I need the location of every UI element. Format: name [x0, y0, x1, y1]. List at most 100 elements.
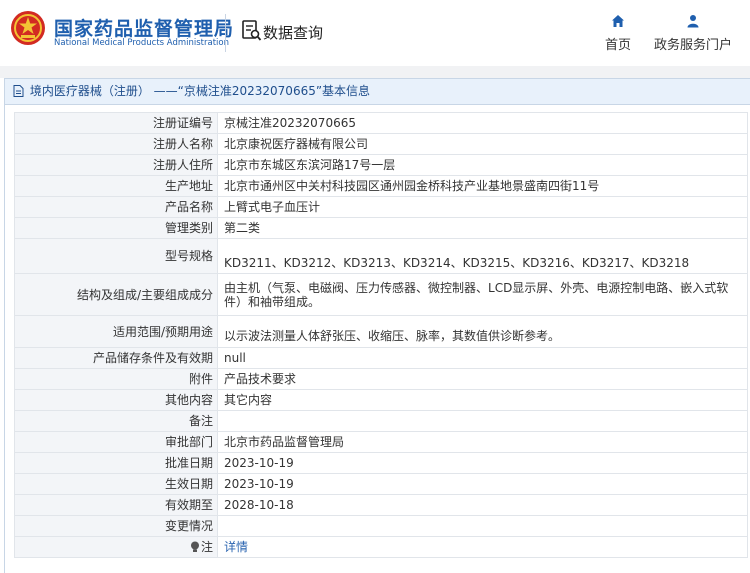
management-category-value: 第二类 [217, 217, 748, 239]
table-row: 审批部门 北京市药品监督管理局 [14, 431, 748, 453]
home-icon [612, 15, 624, 27]
registration-no-value: 京械注准20232070665 [217, 112, 748, 134]
table-row: 型号规格 KD3211、KD3212、KD3213、KD3214、KD3215、K… [14, 238, 748, 274]
nav-service-portal[interactable]: 政务服务门户 [652, 14, 734, 53]
detail-table: 注册证编号 京械注准20232070665 注册人名称 北京康祝医疗器械有限公司 注册人… [14, 112, 748, 558]
attachments-label-text: 附件 [188, 372, 213, 386]
approval-date-value: 2023-10-19 [217, 452, 748, 474]
approval-department-label: 审批部门 [14, 431, 218, 453]
table-row: 生效日期 2023-10-19 [14, 473, 748, 495]
approval-department-label-text: 审批部门 [164, 435, 213, 449]
product-name-label: 产品名称 [14, 196, 218, 218]
storage-conditions-label-text: 产品储存条件及有效期 [92, 351, 213, 365]
product-name-label-text: 产品名称 [164, 200, 213, 214]
effective-date-value-text: 2023-10-19 [224, 477, 294, 491]
table-row: 适用范围/预期用途 以示波法测量人体舒张压、收缩压、脉率，其数值供诊断参考。 [14, 315, 748, 348]
structure-composition-label-text: 结构及组成/主要组成成分 [76, 287, 213, 302]
registrant-address-label-text: 注册人住所 [152, 158, 213, 172]
storage-conditions-value: null [217, 347, 748, 369]
nav-service-label: 政务服务门户 [653, 38, 732, 53]
effective-date-label-text: 生效日期 [164, 477, 213, 491]
registration-no-label: 注册证编号 [14, 112, 218, 134]
structure-composition-label: 结构及组成/主要组成成分 [14, 273, 218, 316]
change-status-label-text: 变更情况 [164, 519, 213, 533]
note-value[interactable]: 详情 [217, 536, 748, 558]
attachments-value-text: 产品技术要求 [224, 372, 297, 386]
other-content-value: 其它内容 [217, 389, 748, 411]
table-row: 备注 [14, 410, 748, 432]
storage-conditions-value-text: null [224, 351, 246, 365]
expiry-date-label-text: 有效期至 [164, 498, 213, 512]
product-name-value: 上臂式电子血压计 [217, 196, 748, 218]
table-row: 其他内容 其它内容 [14, 389, 748, 411]
note-label-text: 注 [200, 540, 213, 554]
management-category-label-text: 管理类别 [164, 221, 213, 235]
registrant-name-label-text: 注册人名称 [152, 137, 213, 151]
table-row: 有效期至 2028-10-18 [14, 494, 748, 516]
table-row: 变更情况 [14, 515, 748, 537]
structure-composition-value: 由主机（气泵、电磁阀、压力传感器、微控制器、LCD显示屏、外壳、电源控制电路、嵌… [217, 273, 748, 316]
table-row: 附件 产品技术要求 [14, 368, 748, 390]
production-address-value-text: 北京市通州区中关村科技园区通州园金桥科技产业基地景盛南四街11号 [224, 179, 600, 193]
model-spec-value: KD3211、KD3212、KD3213、KD3214、KD3215、KD321… [217, 238, 748, 274]
remarks-label: 备注 [14, 410, 218, 432]
national-emblem-icon [11, 11, 45, 45]
header-separator-bar [0, 66, 750, 78]
approval-date-value-text: 2023-10-19 [224, 456, 294, 470]
panel-title-bar: 境内医疗器械（注册） ——“京械注准20232070665”基本信息 [5, 79, 750, 105]
table-row: 产品储存条件及有效期 null [14, 347, 748, 369]
nav-home[interactable]: 首页 [601, 14, 635, 53]
registrant-name-label: 注册人名称 [14, 133, 218, 155]
product-name-value-text: 上臂式电子血压计 [224, 200, 321, 214]
expiry-date-value: 2028-10-18 [217, 494, 748, 516]
registrant-address-label: 注册人住所 [14, 154, 218, 176]
header-divider [225, 14, 226, 52]
table-row: 结构及组成/主要组成成分 由主机（气泵、电磁阀、压力传感器、微控制器、LCD显示屏… [14, 273, 748, 316]
site-header: 国家药品监督管理局 National Medical Products Admi… [0, 0, 750, 66]
change-status-label: 变更情况 [14, 515, 218, 537]
approval-department-value-text: 北京市药品监督管理局 [224, 435, 345, 449]
table-row: 注详情 [14, 536, 748, 558]
registration-no-label-text: 注册证编号 [152, 116, 213, 130]
other-content-value-text: 其它内容 [224, 393, 273, 407]
details-link[interactable]: 详情 [224, 540, 248, 554]
table-row: 批准日期 2023-10-19 [14, 452, 748, 474]
remarks-label-text: 备注 [188, 414, 213, 428]
other-content-label: 其他内容 [14, 389, 218, 411]
data-query-icon[interactable] [242, 20, 262, 42]
approval-department-value: 北京市药品监督管理局 [217, 431, 748, 453]
table-row: 注册人住所 北京市东城区东滨河路17号一层 [14, 154, 748, 176]
intended-use-value-text: 以示波法测量人体舒张压、收缩压、脉率，其数值供诊断参考。 [224, 329, 561, 343]
nav-home-label: 首页 [604, 38, 631, 53]
other-content-label-text: 其他内容 [164, 393, 213, 407]
model-spec-label-text: 型号规格 [164, 249, 213, 263]
data-query-link[interactable]: 数据查询 [263, 22, 323, 43]
attachments-value: 产品技术要求 [217, 368, 748, 390]
model-spec-value-text: KD3211、KD3212、KD3213、KD3214、KD3215、KD321… [224, 256, 690, 270]
model-spec-label: 型号规格 [14, 238, 218, 274]
structure-composition-value-text: 由主机（气泵、电磁阀、压力传感器、微控制器、LCD显示屏、外壳、电源控制电路、嵌… [224, 280, 729, 309]
document-icon [13, 85, 24, 97]
management-category-value-text: 第二类 [224, 221, 261, 235]
site-name-english: National Medical Products Administration [54, 38, 229, 48]
management-category-label: 管理类别 [14, 217, 218, 239]
registrant-address-value-text: 北京市东城区东滨河路17号一层 [224, 158, 396, 172]
lightbulb-icon [190, 541, 199, 552]
registration-no-value-text: 京械注准20232070665 [224, 116, 356, 130]
expiry-date-label: 有效期至 [14, 494, 218, 516]
panel-title: 境内医疗器械（注册） ——“京械注准20232070665”基本信息 [29, 84, 371, 98]
effective-date-label: 生效日期 [14, 473, 218, 495]
expiry-date-value-text: 2028-10-18 [224, 498, 294, 512]
table-row: 注册证编号 京械注准20232070665 [14, 112, 748, 134]
table-row: 管理类别 第二类 [14, 217, 748, 239]
remarks-value [217, 410, 748, 432]
production-address-label-text: 生产地址 [164, 179, 213, 193]
intended-use-value: 以示波法测量人体舒张压、收缩压、脉率，其数值供诊断参考。 [217, 315, 748, 348]
note-label: 注 [14, 536, 218, 558]
site-name[interactable]: 国家药品监督管理局 [54, 14, 234, 41]
registrant-name-value-text: 北京康祝医疗器械有限公司 [224, 137, 369, 151]
approval-date-label-text: 批准日期 [164, 456, 213, 470]
effective-date-value: 2023-10-19 [217, 473, 748, 495]
table-row: 产品名称 上臂式电子血压计 [14, 196, 748, 218]
user-icon [687, 15, 699, 28]
